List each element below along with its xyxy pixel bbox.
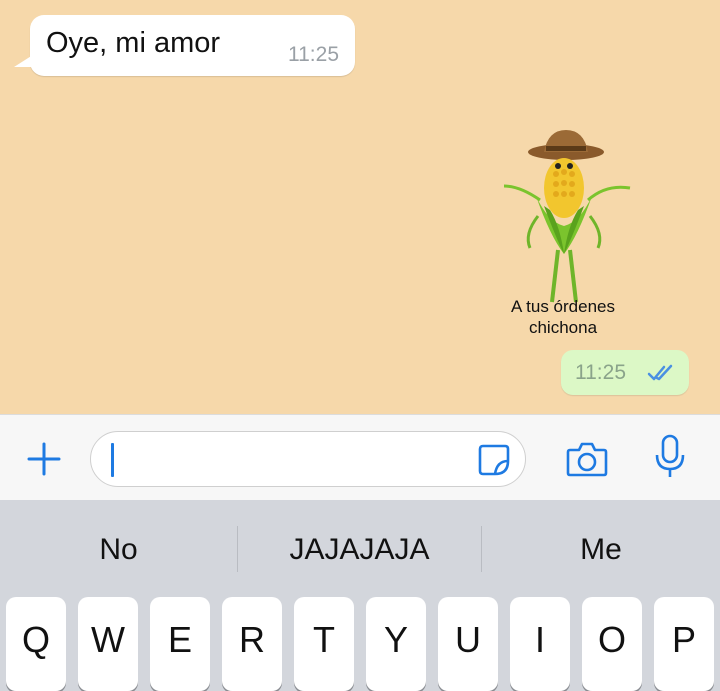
- incoming-message-bubble[interactable]: Oye, mi amor 11:25: [14, 15, 355, 76]
- suggestion-3[interactable]: Me: [482, 500, 720, 588]
- chat-area: Oye, mi amor 11:25 A tus órdenes chichon…: [0, 0, 720, 414]
- message-input-bar: [0, 414, 720, 500]
- key-u[interactable]: U: [438, 597, 498, 691]
- text-caret: [111, 443, 114, 477]
- key-y[interactable]: Y: [366, 597, 426, 691]
- sticker-caption: A tus órdenes chichona: [493, 296, 633, 338]
- plus-icon[interactable]: [26, 441, 62, 477]
- message-input[interactable]: [90, 431, 526, 487]
- key-q[interactable]: Q: [6, 597, 66, 691]
- double-check-read-icon: [647, 364, 673, 381]
- sticker-caption-line-1: A tus órdenes: [511, 297, 615, 316]
- key-w[interactable]: W: [78, 597, 138, 691]
- key-p[interactable]: P: [654, 597, 714, 691]
- keyboard-top-row: Q W E R T Y U I O P: [0, 597, 720, 691]
- suggestion-1[interactable]: No: [0, 500, 237, 588]
- key-r[interactable]: R: [222, 597, 282, 691]
- key-i[interactable]: I: [510, 597, 570, 691]
- microphone-icon[interactable]: [650, 433, 690, 481]
- incoming-message-text: Oye, mi amor: [46, 27, 221, 59]
- key-o[interactable]: O: [582, 597, 642, 691]
- suggestion-bar: No JAJAJAJA Me: [0, 500, 720, 588]
- incoming-message-time: 11:25: [288, 43, 339, 66]
- suggestion-2[interactable]: JAJAJAJA: [238, 500, 481, 588]
- key-e[interactable]: E: [150, 597, 210, 691]
- outgoing-message-bubble[interactable]: 11:25: [561, 350, 689, 395]
- camera-icon[interactable]: [566, 439, 608, 479]
- sticker-icon[interactable]: [477, 443, 511, 477]
- sticker-caption-line-2: chichona: [528, 318, 598, 337]
- keyboard: No JAJAJAJA Me Q W E R T Y U I O P: [0, 500, 720, 691]
- key-t[interactable]: T: [294, 597, 354, 691]
- outgoing-message-time: 11:25: [575, 361, 626, 384]
- bubble-tail: [14, 53, 36, 67]
